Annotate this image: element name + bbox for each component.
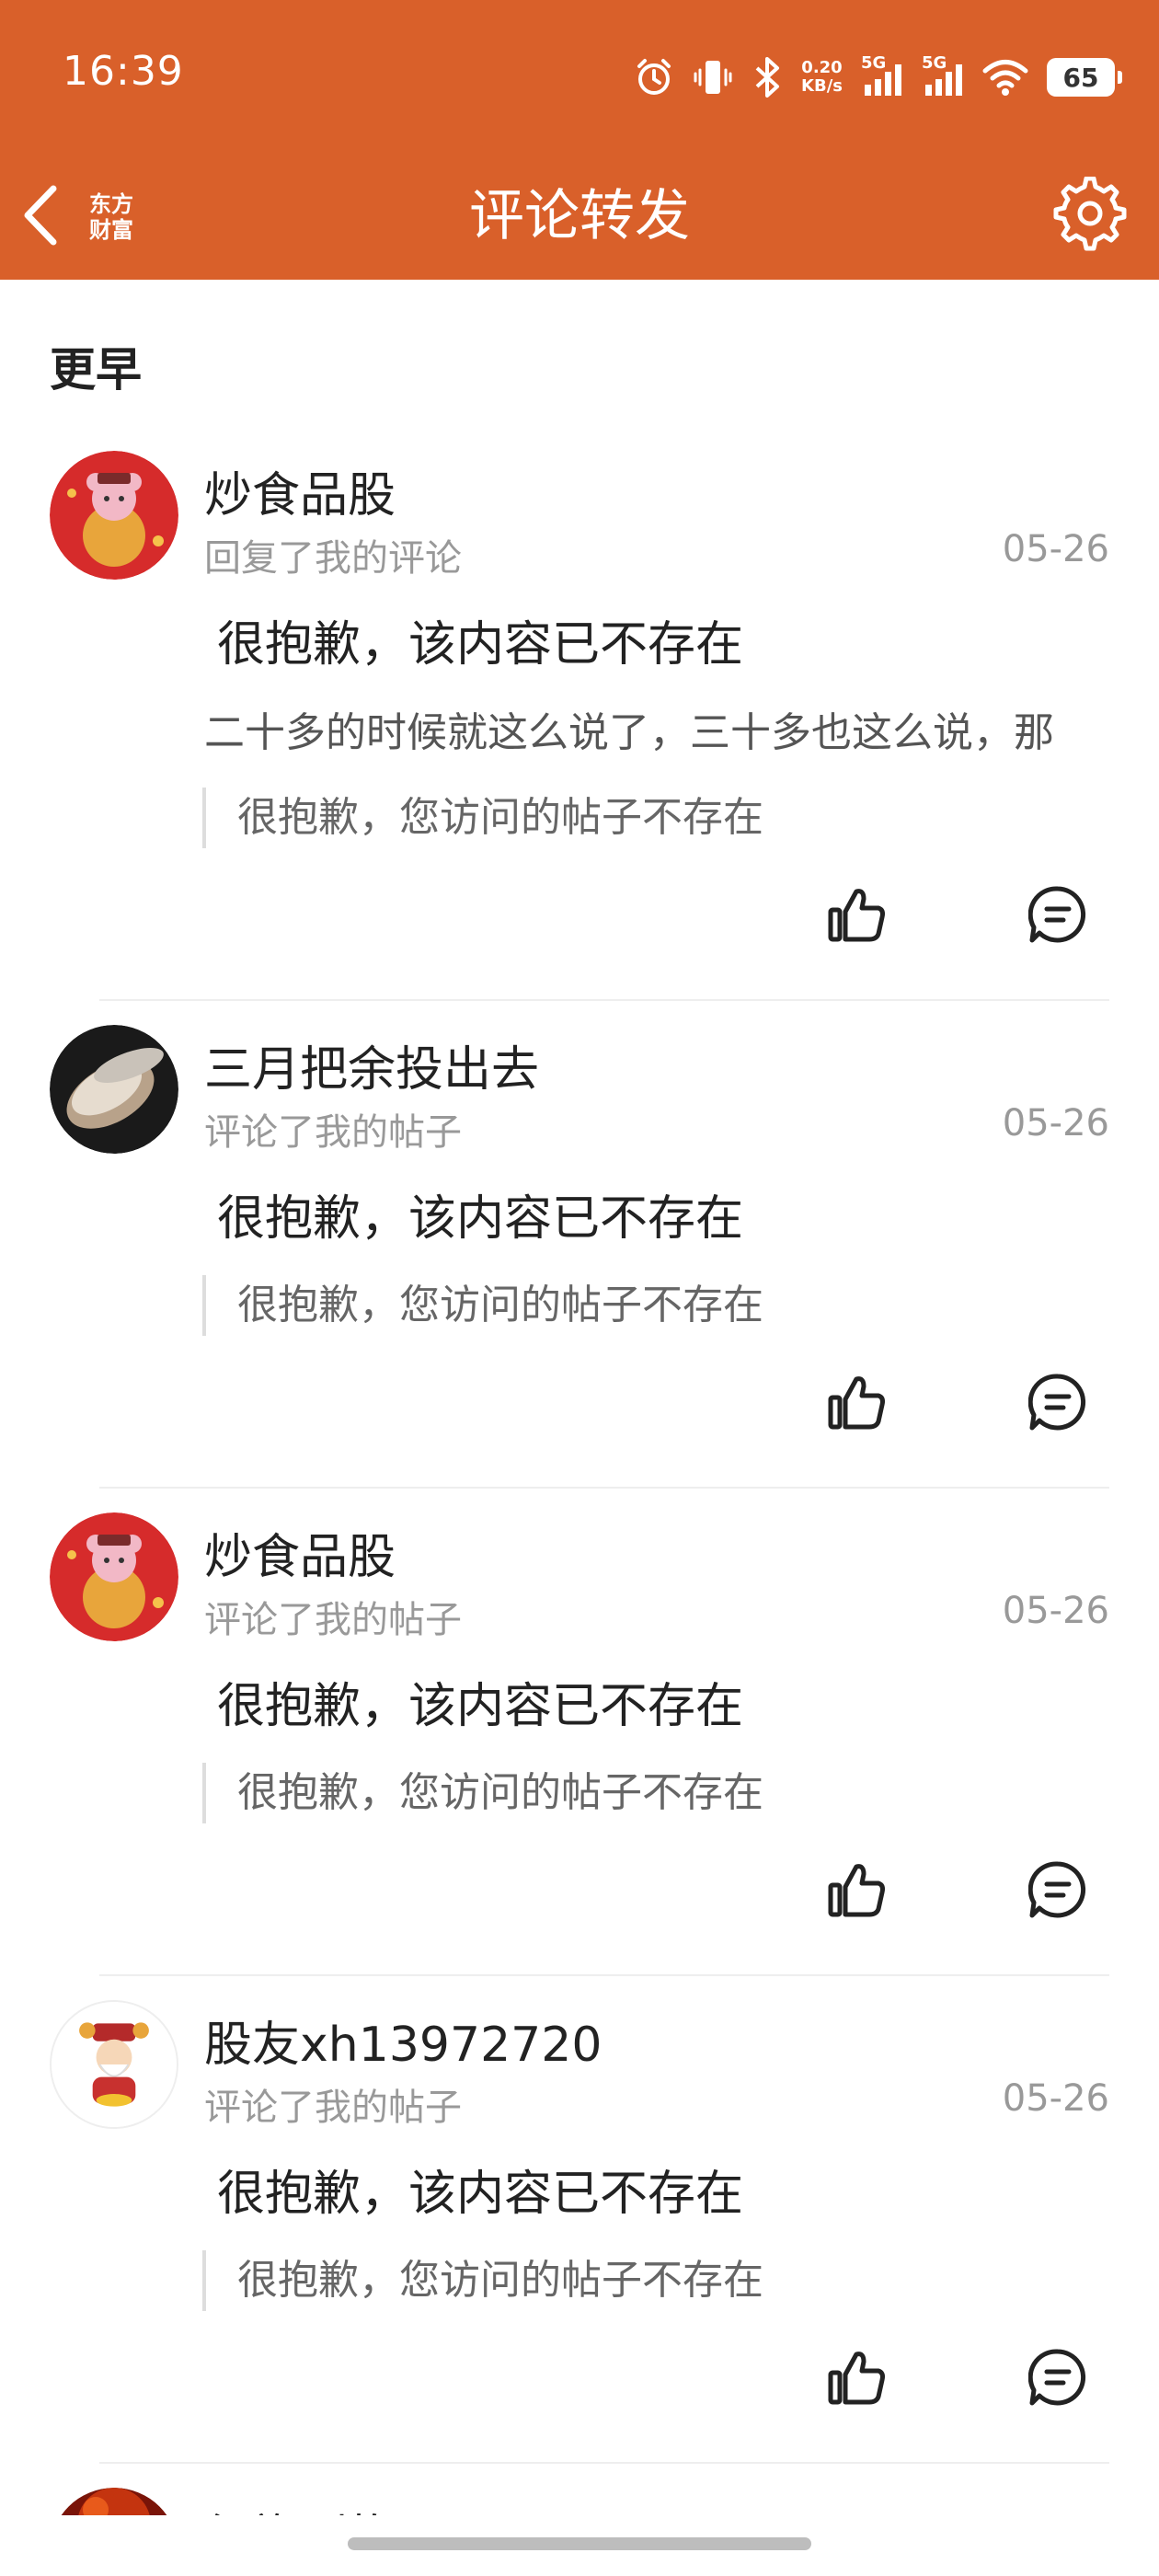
app-screen: 16:39 0.20 KB/s 5G 5G 65 东方 财富 评论转发 更早 炒… bbox=[0, 0, 1159, 2576]
comment-title: 很抱歉，该内容已不存在 bbox=[217, 617, 744, 673]
avatar[interactable] bbox=[50, 1512, 178, 1641]
quoted-post[interactable]: 很抱歉，您访问的帖子不存在 bbox=[202, 2250, 763, 2311]
comment-title: 很抱歉，该内容已不存在 bbox=[217, 1191, 744, 1247]
signal-icon: 5G bbox=[861, 53, 903, 98]
comment-icon bbox=[1027, 885, 1087, 948]
gear-icon bbox=[1052, 176, 1128, 256]
reply-button[interactable] bbox=[1021, 1855, 1095, 1928]
action-text: 回复了我的评论 bbox=[204, 537, 462, 580]
notification-item[interactable]: 股友xh13972720 评论了我的帖子 05-26 很抱歉，该内容已不存在 很… bbox=[0, 2000, 1159, 2488]
comment-icon bbox=[1027, 1860, 1087, 1923]
app-header: 16:39 0.20 KB/s 5G 5G 65 东方 财富 评论转发 bbox=[0, 0, 1159, 280]
alarm-icon bbox=[634, 57, 674, 98]
status-bar: 16:39 0.20 KB/s 5G 5G 65 bbox=[0, 0, 1159, 156]
comment-icon bbox=[1027, 2348, 1087, 2410]
comment-body: 二十多的时候就这么说了，三十多也这么说，那 bbox=[204, 709, 1054, 756]
action-text: 评论了我的帖子 bbox=[204, 2087, 462, 2129]
comment-icon bbox=[1027, 1373, 1087, 1435]
net-speed-unit: KB/s bbox=[801, 76, 843, 96]
nav-bar: 东方 财富 评论转发 bbox=[0, 156, 1159, 280]
comment-title: 很抱歉，该内容已不存在 bbox=[217, 1679, 744, 1734]
notification-item[interactable]: 三月把余投出去 评论了我的帖子 05-26 很抱歉，该内容已不存在 很抱歉，您访… bbox=[0, 1025, 1159, 1512]
reply-button[interactable] bbox=[1021, 880, 1095, 953]
date: 05-26 bbox=[1002, 1102, 1109, 1144]
thumbs-up-icon bbox=[827, 1372, 888, 1436]
thumbs-up-icon bbox=[827, 884, 888, 949]
signal-label: 5G bbox=[861, 53, 887, 73]
action-text: 评论了我的帖子 bbox=[204, 1111, 462, 1154]
avatar[interactable] bbox=[50, 2488, 178, 2515]
status-icons: 0.20 KB/s 5G 5G 65 bbox=[634, 52, 1122, 103]
reply-button[interactable] bbox=[1021, 1367, 1095, 1441]
user-name[interactable]: 股友xh13972720 bbox=[204, 2006, 602, 2075]
quoted-post[interactable]: 很抱歉，您访问的帖子不存在 bbox=[202, 788, 763, 848]
battery-icon: 65 bbox=[1047, 58, 1122, 97]
date: 05-26 bbox=[1002, 2077, 1109, 2120]
thumbs-up-icon bbox=[827, 1859, 888, 1924]
notification-item[interactable]: 红旗到炸 bbox=[0, 2484, 1159, 2515]
avatar[interactable] bbox=[50, 1025, 178, 1154]
comment-title: 很抱歉，该内容已不存在 bbox=[217, 2167, 744, 2222]
divider bbox=[99, 999, 1109, 1001]
wifi-icon bbox=[982, 57, 1028, 98]
avatar[interactable] bbox=[50, 2000, 178, 2129]
vibrate-icon bbox=[693, 57, 733, 98]
signal-icon: 5G bbox=[922, 53, 964, 98]
like-button[interactable] bbox=[820, 1367, 894, 1441]
notification-item[interactable]: 炒食品股 回复了我的评论 05-26 很抱歉，该内容已不存在 二十多的时候就这么… bbox=[0, 451, 1159, 1003]
user-name[interactable]: 炒食品股 bbox=[204, 456, 396, 525]
status-time: 16:39 bbox=[63, 48, 184, 95]
divider bbox=[99, 1974, 1109, 1976]
notification-item[interactable]: 炒食品股 评论了我的帖子 05-26 很抱歉，该内容已不存在 很抱歉，您访问的帖… bbox=[0, 1512, 1159, 2000]
bluetooth-icon bbox=[752, 57, 783, 98]
user-name[interactable]: 红旗到炸 bbox=[204, 2499, 396, 2515]
divider bbox=[99, 2462, 1109, 2464]
net-speed-value: 0.20 bbox=[801, 58, 843, 77]
quoted-post[interactable]: 很抱歉，您访问的帖子不存在 bbox=[202, 1763, 763, 1823]
settings-button[interactable] bbox=[1049, 175, 1131, 258]
user-name[interactable]: 三月把余投出去 bbox=[204, 1030, 539, 1099]
thumbs-up-icon bbox=[827, 2347, 888, 2411]
signal-label: 5G bbox=[922, 53, 947, 73]
page-title: 评论转发 bbox=[469, 184, 690, 248]
net-speed: 0.20 KB/s bbox=[801, 59, 843, 96]
like-button[interactable] bbox=[820, 1855, 894, 1928]
date: 05-26 bbox=[1002, 1590, 1109, 1632]
date: 05-26 bbox=[1002, 528, 1109, 570]
divider bbox=[99, 1487, 1109, 1489]
quoted-post[interactable]: 很抱歉，您访问的帖子不存在 bbox=[202, 1275, 763, 1336]
action-text: 评论了我的帖子 bbox=[204, 1599, 462, 1641]
avatar[interactable] bbox=[50, 451, 178, 580]
like-button[interactable] bbox=[820, 880, 894, 953]
like-button[interactable] bbox=[820, 2342, 894, 2416]
section-title: 更早 bbox=[50, 343, 142, 397]
reply-button[interactable] bbox=[1021, 2342, 1095, 2416]
home-indicator[interactable] bbox=[348, 2537, 811, 2550]
user-name[interactable]: 炒食品股 bbox=[204, 1518, 396, 1587]
